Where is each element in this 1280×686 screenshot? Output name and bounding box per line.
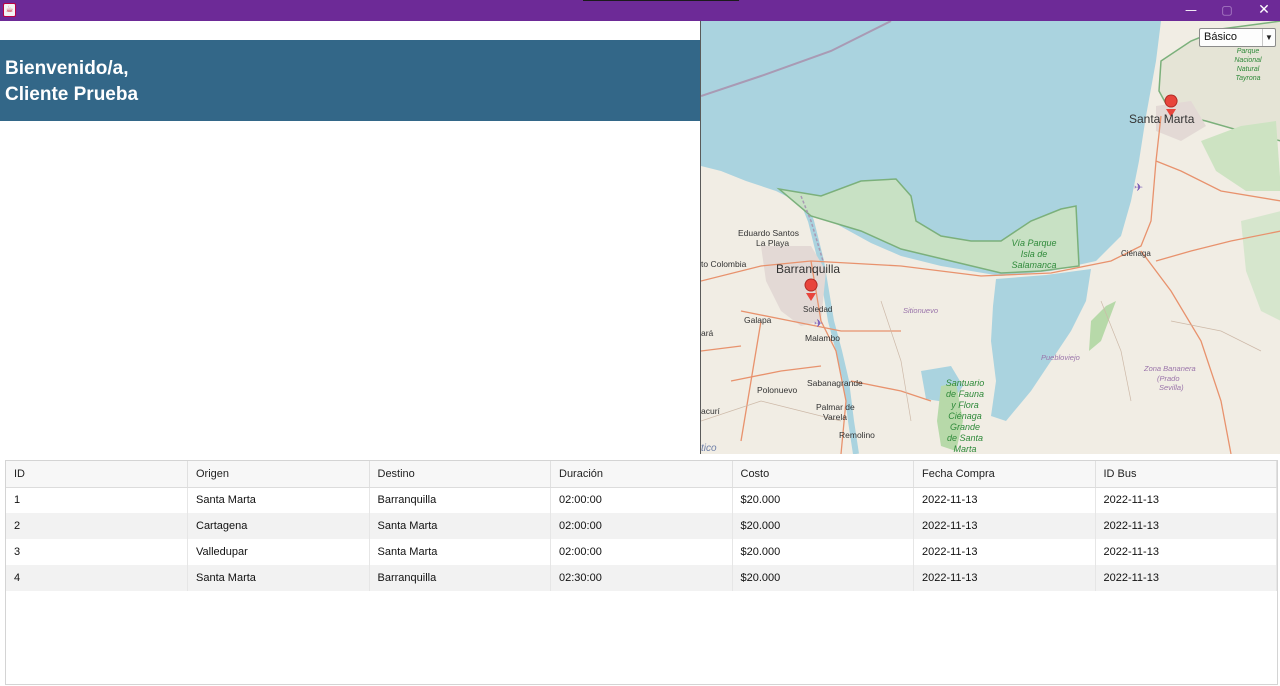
svg-text:Polonuevo: Polonuevo bbox=[757, 385, 797, 395]
trips-table-container[interactable]: ID Origen Destino Duración Costo Fecha C… bbox=[5, 460, 1278, 685]
svg-text:Tayrona: Tayrona bbox=[1235, 75, 1260, 82]
cell-duracion[interactable]: 02:00:00 bbox=[550, 539, 733, 565]
cell-origen[interactable]: Santa Marta bbox=[187, 565, 370, 591]
svg-text:Zona Bananera: Zona Bananera bbox=[1143, 364, 1196, 373]
welcome-banner: Bienvenido/a, Cliente Prueba bbox=[0, 40, 700, 121]
welcome-greeting: Bienvenido/a, bbox=[5, 58, 129, 79]
svg-text:Vía Parque: Vía Parque bbox=[1011, 238, 1056, 248]
svg-text:de Santa: de Santa bbox=[947, 433, 983, 443]
cell-id[interactable]: 3 bbox=[6, 539, 188, 565]
cell-duracion[interactable]: 02:00:00 bbox=[550, 487, 733, 513]
svg-text:Marta: Marta bbox=[953, 444, 976, 454]
cell-fecha-compra[interactable]: 2022-11-13 bbox=[913, 565, 1096, 591]
cell-destino[interactable]: Santa Marta bbox=[369, 513, 551, 539]
cell-id[interactable]: 2 bbox=[6, 513, 188, 539]
column-header-id-bus[interactable]: ID Bus bbox=[1095, 461, 1277, 488]
svg-text:Remolino: Remolino bbox=[839, 430, 875, 440]
svg-text:Soledad: Soledad bbox=[803, 305, 832, 314]
cell-origen[interactable]: Santa Marta bbox=[187, 487, 370, 513]
cell-costo[interactable]: $20.000 bbox=[732, 539, 914, 565]
svg-text:Palmar de: Palmar de bbox=[816, 402, 855, 412]
cell-origen[interactable]: Cartagena bbox=[187, 513, 370, 539]
cell-id[interactable]: 1 bbox=[6, 487, 188, 513]
svg-text:✈: ✈ bbox=[814, 317, 823, 330]
svg-text:y Flora: y Flora bbox=[950, 400, 979, 410]
svg-text:✈: ✈ bbox=[1134, 181, 1143, 194]
title-indicator bbox=[583, 0, 739, 1]
column-header-duracion[interactable]: Duración bbox=[550, 461, 733, 488]
svg-text:Salamanca: Salamanca bbox=[1011, 260, 1056, 270]
column-header-costo[interactable]: Costo bbox=[732, 461, 914, 488]
cell-costo[interactable]: $20.000 bbox=[732, 487, 914, 513]
svg-text:acurí: acurí bbox=[701, 406, 721, 416]
svg-text:Varela: Varela bbox=[823, 412, 847, 422]
svg-text:Sitionuevo: Sitionuevo bbox=[903, 306, 938, 315]
cell-duracion[interactable]: 02:00:00 bbox=[550, 513, 733, 539]
map-style-value: Básico bbox=[1204, 31, 1238, 43]
cell-fecha-compra[interactable]: 2022-11-13 bbox=[913, 487, 1096, 513]
svg-text:Isla de: Isla de bbox=[1021, 249, 1048, 259]
column-header-fecha-compra[interactable]: Fecha Compra bbox=[913, 461, 1096, 488]
svg-text:(Prado: (Prado bbox=[1157, 374, 1180, 383]
column-header-id[interactable]: ID bbox=[6, 461, 188, 488]
table-row[interactable]: 1 Santa Marta Barranquilla 02:00:00 $20.… bbox=[6, 487, 1277, 513]
java-cup-icon: ☕ bbox=[3, 3, 16, 17]
map-label-barranquilla: Barranquilla bbox=[776, 262, 840, 276]
cell-fecha-compra[interactable]: 2022-11-13 bbox=[913, 513, 1096, 539]
svg-text:Malambo: Malambo bbox=[805, 333, 840, 343]
table-row[interactable]: 3 Valledupar Santa Marta 02:00:00 $20.00… bbox=[6, 539, 1277, 565]
svg-text:Puebloviejo: Puebloviejo bbox=[1041, 353, 1080, 362]
map-style-select[interactable]: Básico ▼ bbox=[1199, 28, 1276, 47]
svg-text:Sabanagrande: Sabanagrande bbox=[807, 378, 863, 388]
svg-text:Eduardo Santos: Eduardo Santos bbox=[738, 228, 799, 238]
cell-id-bus[interactable]: 2022-11-13 bbox=[1095, 487, 1277, 513]
svg-text:La Playa: La Playa bbox=[756, 238, 789, 248]
svg-text:de Fauna: de Fauna bbox=[946, 389, 984, 399]
window-titlebar: ☕ — ▢ ✕ bbox=[0, 0, 1280, 21]
svg-text:Galapa: Galapa bbox=[744, 315, 772, 325]
close-button[interactable]: ✕ bbox=[1246, 0, 1280, 21]
column-header-destino[interactable]: Destino bbox=[369, 461, 551, 488]
maximize-button[interactable]: ▢ bbox=[1209, 0, 1245, 21]
cell-origen[interactable]: Valledupar bbox=[187, 539, 370, 565]
table-row[interactable]: 2 Cartagena Santa Marta 02:00:00 $20.000… bbox=[6, 513, 1277, 539]
cell-destino[interactable]: Barranquilla bbox=[369, 565, 551, 591]
cell-destino[interactable]: Santa Marta bbox=[369, 539, 551, 565]
svg-text:Natural: Natural bbox=[1237, 66, 1260, 73]
svg-text:Ciénaga: Ciénaga bbox=[948, 411, 982, 421]
cell-id-bus[interactable]: 2022-11-13 bbox=[1095, 513, 1277, 539]
svg-text:ará: ará bbox=[701, 328, 714, 338]
svg-text:Parque: Parque bbox=[1237, 48, 1260, 55]
cell-id-bus[interactable]: 2022-11-13 bbox=[1095, 565, 1277, 591]
svg-text:Grande: Grande bbox=[950, 422, 980, 432]
svg-text:Ciénaga: Ciénaga bbox=[1121, 249, 1151, 258]
svg-text:Nacional: Nacional bbox=[1234, 57, 1262, 64]
chevron-down-icon[interactable]: ▼ bbox=[1262, 29, 1275, 46]
cell-id[interactable]: 4 bbox=[6, 565, 188, 591]
column-header-origen[interactable]: Origen bbox=[187, 461, 370, 488]
svg-text:Santuario: Santuario bbox=[946, 378, 985, 388]
map-canvas[interactable]: ✈ ✈ Santa Marta Barranquilla Eduardo San… bbox=[701, 21, 1280, 454]
svg-text:tico: tico bbox=[701, 443, 717, 454]
cell-fecha-compra[interactable]: 2022-11-13 bbox=[913, 539, 1096, 565]
minimize-button[interactable]: — bbox=[1173, 0, 1209, 21]
cell-destino[interactable]: Barranquilla bbox=[369, 487, 551, 513]
cell-id-bus[interactable]: 2022-11-13 bbox=[1095, 539, 1277, 565]
trips-table: ID Origen Destino Duración Costo Fecha C… bbox=[6, 461, 1277, 591]
table-header-row: ID Origen Destino Duración Costo Fecha C… bbox=[6, 461, 1277, 488]
map-viewer[interactable]: ✈ ✈ Santa Marta Barranquilla Eduardo San… bbox=[700, 21, 1280, 454]
cell-costo[interactable]: $20.000 bbox=[732, 513, 914, 539]
cell-duracion[interactable]: 02:30:00 bbox=[550, 565, 733, 591]
svg-text:Sevilla): Sevilla) bbox=[1159, 383, 1184, 392]
welcome-client-name: Cliente Prueba bbox=[5, 84, 139, 105]
cell-costo[interactable]: $20.000 bbox=[732, 565, 914, 591]
svg-text:to Colombia: to Colombia bbox=[701, 259, 747, 269]
map-label-santa-marta: Santa Marta bbox=[1129, 112, 1195, 126]
table-row[interactable]: 4 Santa Marta Barranquilla 02:30:00 $20.… bbox=[6, 565, 1277, 591]
